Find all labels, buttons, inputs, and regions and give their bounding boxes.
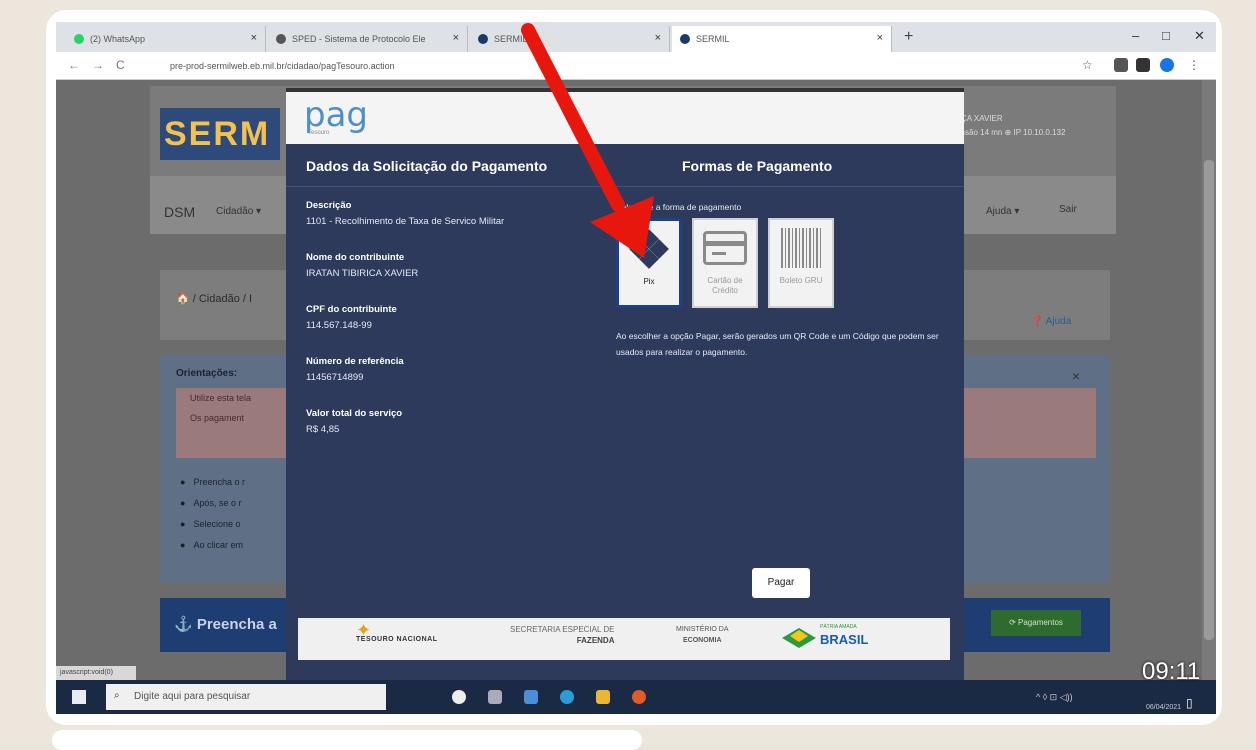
whatsapp-background: (2) WhatsApp × SPED - Sistema de Protoco… <box>0 0 1256 750</box>
arrow-shaft <box>521 23 625 212</box>
red-arrow-annotation <box>521 23 654 258</box>
